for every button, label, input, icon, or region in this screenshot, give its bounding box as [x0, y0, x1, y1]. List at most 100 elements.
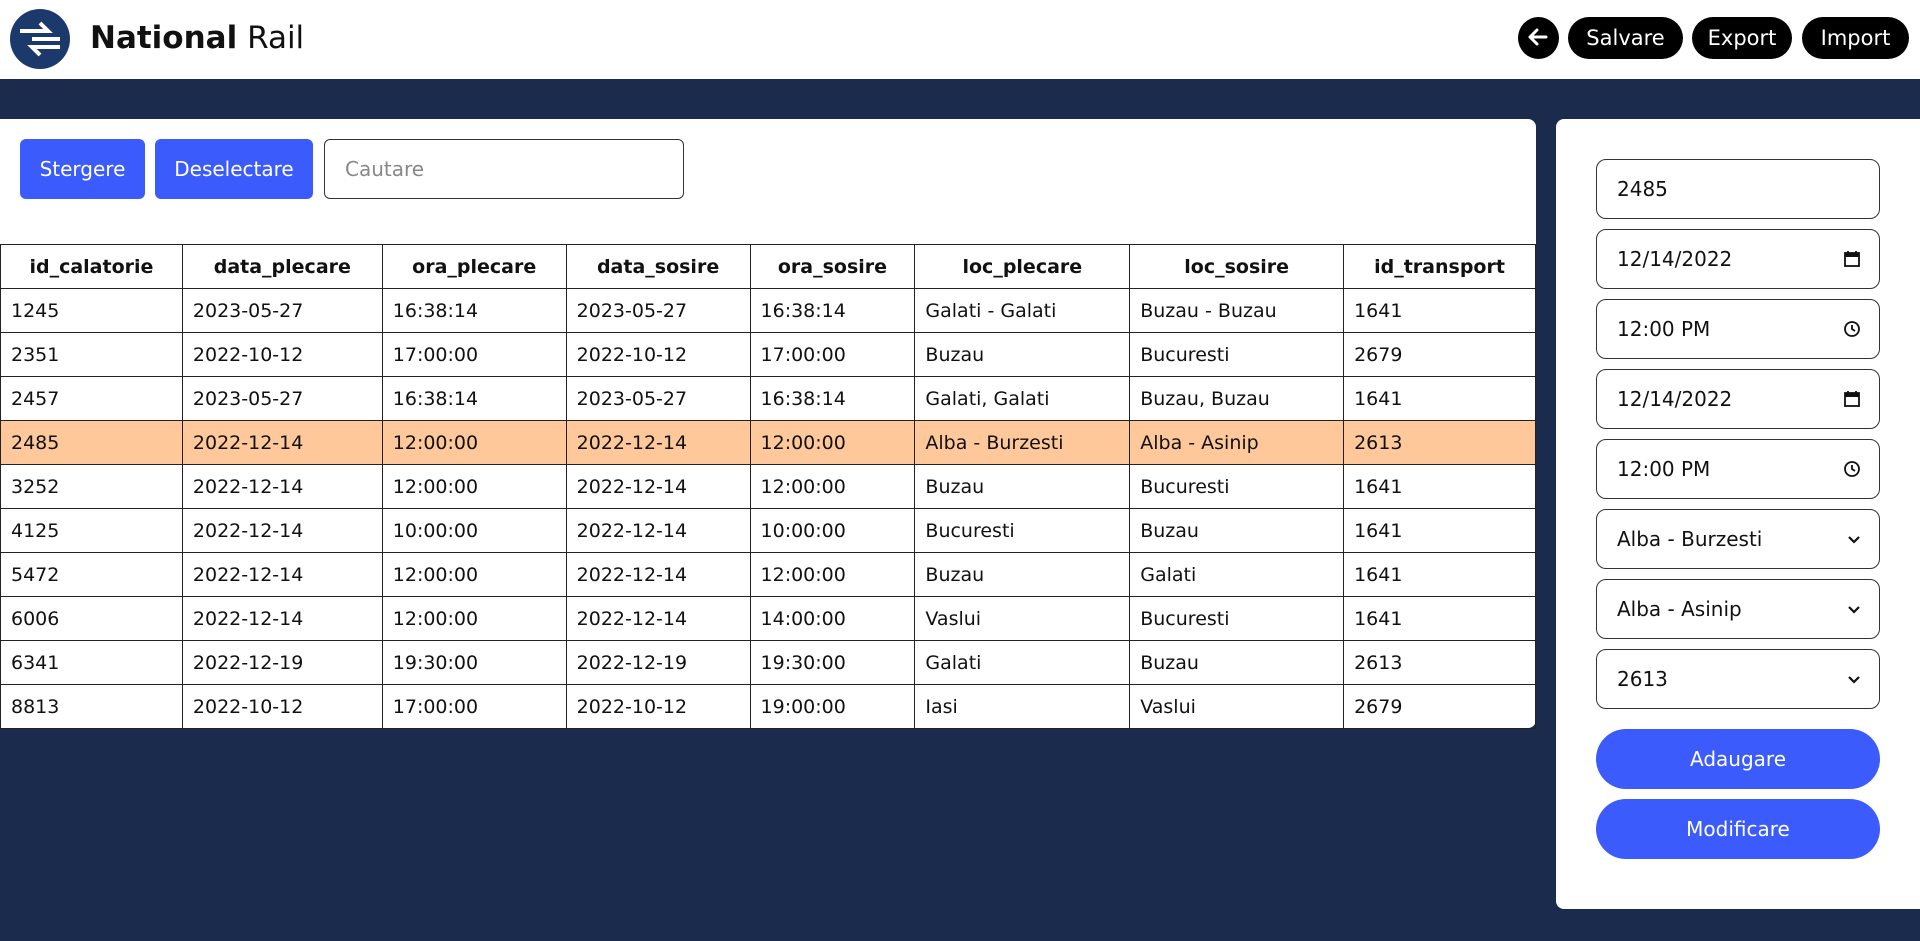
cell-loc-plecare: Galati, Galati: [914, 376, 1131, 421]
cell-data-sosire: 2023-05-27: [565, 288, 751, 333]
id-transport-select[interactable]: 2613: [1596, 649, 1880, 709]
cell-ora-sosire: 19:00:00: [749, 684, 916, 729]
col-header-data-plecare[interactable]: data_plecare: [181, 244, 383, 289]
cell-data-plecare: 2022-12-14: [181, 508, 383, 553]
cell-data-plecare: 2023-05-27: [181, 376, 383, 421]
table-row[interactable]: 6341 2022-12-19 19:30:00 2022-12-19 19:30:00…: [0, 640, 1536, 685]
cell-loc-sosire: Bucuresti: [1129, 596, 1345, 641]
cell-id-transport: 1641: [1343, 552, 1536, 597]
rail-arrows-icon: [20, 21, 60, 57]
app-header: National Rail Salvare Export Import: [0, 0, 1920, 79]
cell-id-transport: 2679: [1343, 332, 1536, 377]
cell-ora-plecare: 17:00:00: [381, 332, 567, 377]
cell-loc-plecare: Galati - Galati: [914, 288, 1131, 333]
trips-panel: Stergere Deselectare id_calatorie data_p…: [0, 119, 1536, 729]
trip-form: 2485 12/14/2022 12:00 PM 12/14/2022 12:0…: [1556, 119, 1920, 909]
national-rail-logo[interactable]: [10, 9, 70, 69]
modify-button[interactable]: Modificare: [1596, 799, 1880, 859]
calendar-icon[interactable]: [1843, 390, 1861, 408]
search-input[interactable]: [324, 139, 684, 199]
col-header-ora-plecare[interactable]: ora_plecare: [381, 244, 567, 289]
data-sosire-value: 12/14/2022: [1617, 387, 1733, 411]
export-button[interactable]: Export: [1692, 17, 1792, 59]
add-button[interactable]: Adaugare: [1596, 729, 1880, 789]
loc-sosire-select[interactable]: Alba - Asinip: [1596, 579, 1880, 639]
cell-id-calatorie: 4125: [0, 508, 183, 553]
id-calatorie-input[interactable]: 2485: [1596, 159, 1880, 219]
cell-id-calatorie: 8813: [0, 684, 183, 729]
table-body: 1245 2023-05-27 16:38:14 2023-05-27 16:38:14…: [0, 288, 1536, 729]
ora-sosire-value: 12:00 PM: [1617, 457, 1711, 481]
import-button[interactable]: Import: [1802, 17, 1909, 59]
table-row[interactable]: 2485 2022-12-14 12:00:00 2022-12-14 12:00:00…: [0, 420, 1536, 465]
cell-id-transport: 1641: [1343, 508, 1536, 553]
table-row[interactable]: 2457 2023-05-27 16:38:14 2023-05-27 16:38:14…: [0, 376, 1536, 421]
loc-plecare-value: Alba - Burzesti: [1617, 527, 1763, 551]
arrow-left-icon: [1528, 28, 1548, 46]
cell-loc-plecare: Galati: [914, 640, 1131, 685]
cell-data-sosire: 2022-10-12: [565, 332, 751, 377]
cell-data-sosire: 2022-12-14: [565, 552, 751, 597]
cell-ora-plecare: 12:00:00: [381, 464, 567, 509]
cell-id-transport: 1641: [1343, 288, 1536, 333]
col-header-data-sosire[interactable]: data_sosire: [565, 244, 751, 289]
cell-ora-sosire: 12:00:00: [749, 464, 916, 509]
cell-loc-plecare: Iasi: [914, 684, 1131, 729]
delete-button[interactable]: Stergere: [20, 139, 145, 199]
back-button[interactable]: [1518, 17, 1559, 59]
cell-id-calatorie: 2351: [0, 332, 183, 377]
cell-id-calatorie: 6006: [0, 596, 183, 641]
cell-ora-plecare: 17:00:00: [381, 684, 567, 729]
clock-icon[interactable]: [1843, 460, 1861, 478]
cell-loc-sosire: Buzau - Buzau: [1129, 288, 1345, 333]
col-header-id-calatorie[interactable]: id_calatorie: [0, 244, 183, 289]
cell-data-plecare: 2023-05-27: [181, 288, 383, 333]
cell-ora-sosire: 12:00:00: [749, 552, 916, 597]
ora-sosire-input[interactable]: 12:00 PM: [1596, 439, 1880, 499]
cell-ora-sosire: 19:30:00: [749, 640, 916, 685]
table-row[interactable]: 8813 2022-10-12 17:00:00 2022-10-12 19:00:00…: [0, 684, 1536, 729]
save-button[interactable]: Salvare: [1568, 17, 1683, 59]
table-row[interactable]: 2351 2022-10-12 17:00:00 2022-10-12 17:00:00…: [0, 332, 1536, 377]
cell-data-sosire: 2023-05-27: [565, 376, 751, 421]
data-plecare-input[interactable]: 12/14/2022: [1596, 229, 1880, 289]
cell-data-plecare: 2022-12-19: [181, 640, 383, 685]
col-header-loc-sosire[interactable]: loc_sosire: [1129, 244, 1345, 289]
cell-loc-plecare: Bucuresti: [914, 508, 1131, 553]
calendar-icon[interactable]: [1843, 250, 1861, 268]
col-header-ora-sosire[interactable]: ora_sosire: [749, 244, 916, 289]
cell-ora-plecare: 10:00:00: [381, 508, 567, 553]
cell-loc-sosire: Bucuresti: [1129, 464, 1345, 509]
cell-data-plecare: 2022-10-12: [181, 684, 383, 729]
cell-data-sosire: 2022-10-12: [565, 684, 751, 729]
cell-data-sosire: 2022-12-14: [565, 508, 751, 553]
clock-icon[interactable]: [1843, 320, 1861, 338]
cell-loc-sosire: Buzau: [1129, 640, 1345, 685]
cell-id-calatorie: 5472: [0, 552, 183, 597]
cell-loc-plecare: Buzau: [914, 464, 1131, 509]
cell-ora-plecare: 16:38:14: [381, 288, 567, 333]
table-row[interactable]: 4125 2022-12-14 10:00:00 2022-12-14 10:00:00…: [0, 508, 1536, 553]
col-header-id-transport[interactable]: id_transport: [1343, 244, 1536, 289]
loc-plecare-select[interactable]: Alba - Burzesti: [1596, 509, 1880, 569]
table-row[interactable]: 3252 2022-12-14 12:00:00 2022-12-14 12:00:00…: [0, 464, 1536, 509]
cell-id-transport: 1641: [1343, 464, 1536, 509]
table-row[interactable]: 6006 2022-12-14 12:00:00 2022-12-14 14:00:00…: [0, 596, 1536, 641]
cell-ora-plecare: 12:00:00: [381, 596, 567, 641]
ora-plecare-value: 12:00 PM: [1617, 317, 1711, 341]
table-row[interactable]: 5472 2022-12-14 12:00:00 2022-12-14 12:00:00…: [0, 552, 1536, 597]
cell-data-plecare: 2022-10-12: [181, 332, 383, 377]
cell-ora-sosire: 17:00:00: [749, 332, 916, 377]
cell-id-transport: 2613: [1343, 420, 1536, 465]
data-sosire-input[interactable]: 12/14/2022: [1596, 369, 1880, 429]
chevron-down-icon: [1848, 536, 1860, 544]
chevron-down-icon: [1848, 676, 1860, 684]
table-row[interactable]: 1245 2023-05-27 16:38:14 2023-05-27 16:38:14…: [0, 288, 1536, 333]
cell-id-calatorie: 3252: [0, 464, 183, 509]
cell-id-calatorie: 2457: [0, 376, 183, 421]
cell-ora-plecare: 12:00:00: [381, 552, 567, 597]
ora-plecare-input[interactable]: 12:00 PM: [1596, 299, 1880, 359]
deselect-button[interactable]: Deselectare: [155, 139, 313, 199]
cell-loc-sosire: Vaslui: [1129, 684, 1345, 729]
col-header-loc-plecare[interactable]: loc_plecare: [914, 244, 1131, 289]
